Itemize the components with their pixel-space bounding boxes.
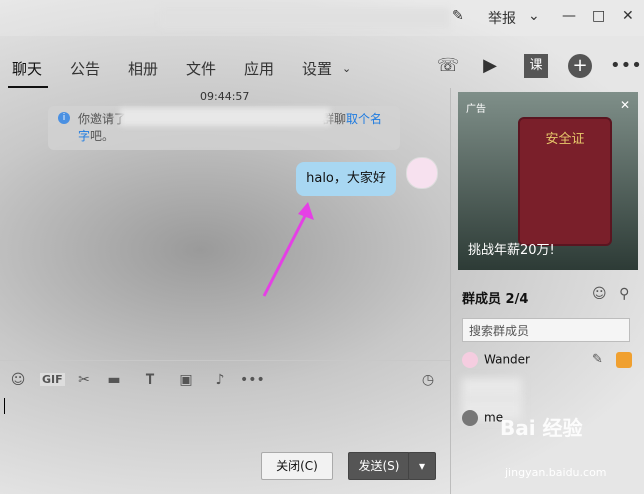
clock-icon[interactable]: ◷: [418, 370, 438, 390]
chat-icon[interactable]: ☺: [592, 286, 607, 302]
redacted-title: [160, 8, 450, 28]
annotation-arrow: [262, 202, 314, 297]
pencil-icon[interactable]: ✎: [452, 8, 464, 24]
chevron-down-icon[interactable]: ⌄: [342, 62, 351, 75]
text-cursor[interactable]: [4, 398, 5, 414]
class-icon[interactable]: 课: [524, 54, 548, 78]
phone-icon[interactable]: ☏: [436, 54, 460, 78]
avatar[interactable]: [406, 157, 438, 189]
search-icon[interactable]: ⚲: [619, 286, 629, 302]
active-tab-indicator: [8, 86, 48, 88]
info-icon: i: [58, 112, 70, 124]
system-message: i 你邀请了 群聊取个名 字吧。: [48, 106, 400, 150]
font-icon[interactable]: 𝐓: [140, 370, 160, 390]
owner-icon: [616, 352, 632, 368]
folder-icon[interactable]: ▬: [104, 370, 124, 390]
minimize-icon[interactable]: —: [562, 8, 576, 24]
member-search-input[interactable]: 搜索群成员: [462, 318, 630, 342]
send-options-button[interactable]: ▾: [408, 452, 436, 480]
watermark: Bai 经验: [500, 416, 583, 440]
chat-window: ✎ 举报 ⌄ — □ ✕ 聊天 公告 相册 文件 应用 设置 ⌄ ☏ ▶ 课 +…: [0, 0, 644, 494]
tab-files[interactable]: 文件: [186, 58, 216, 79]
close-icon[interactable]: ✕: [620, 98, 630, 112]
ad-label: 广告: [466, 104, 486, 115]
certificate-title: 安全证: [545, 132, 585, 147]
member-tools: ☺ ⚲: [592, 286, 629, 302]
more-icon[interactable]: •••: [610, 54, 642, 78]
title-bar: ✎ 举报 ⌄ — □ ✕: [0, 0, 644, 36]
name-group-link[interactable]: 取个名: [346, 112, 382, 126]
more-icon[interactable]: •••: [240, 370, 265, 390]
panel-divider: [450, 88, 451, 494]
message-bubble[interactable]: halo，大家好: [296, 162, 396, 196]
member-item[interactable]: me: [462, 410, 503, 426]
gif-icon[interactable]: GIF: [40, 373, 65, 386]
maximize-icon[interactable]: □: [592, 8, 605, 24]
certificate-image: 安全证: [518, 117, 612, 246]
add-icon[interactable]: +: [568, 54, 592, 78]
scissors-icon[interactable]: ✂: [74, 370, 94, 390]
redacted-names: [120, 108, 330, 126]
close-icon[interactable]: ✕: [622, 8, 634, 24]
tab-album[interactable]: 相册: [128, 58, 158, 79]
avatar: [462, 410, 478, 426]
video-icon[interactable]: ▶: [478, 54, 502, 78]
emoji-icon[interactable]: ☺: [8, 370, 28, 390]
send-button[interactable]: 发送(S): [348, 452, 410, 480]
members-title: 群成员 2/4: [462, 292, 529, 307]
member-item[interactable]: Wander: [462, 352, 530, 368]
ad-caption: 挑战年薪20万!: [468, 243, 555, 258]
close-button[interactable]: 关闭(C): [261, 452, 333, 480]
chevron-down-icon[interactable]: ⌄: [528, 8, 540, 24]
avatar: [462, 352, 478, 368]
redacted-member: [462, 378, 522, 400]
ad-banner[interactable]: 广告 ✕ 安全证 挑战年薪20万!: [458, 92, 638, 270]
input-divider: [0, 360, 450, 361]
pencil-icon[interactable]: ✎: [592, 352, 603, 367]
report-button[interactable]: 举报: [488, 8, 516, 28]
watermark-url: jingyan.baidu.com: [505, 466, 607, 479]
tab-chat[interactable]: 聊天: [12, 58, 42, 79]
tab-settings[interactable]: 设置: [302, 58, 332, 79]
image-icon[interactable]: ▣: [176, 370, 196, 390]
message-timestamp: 09:44:57: [200, 90, 250, 103]
bell-icon[interactable]: ♪: [210, 370, 230, 390]
tab-apps[interactable]: 应用: [244, 58, 274, 79]
tab-notice[interactable]: 公告: [70, 58, 100, 79]
